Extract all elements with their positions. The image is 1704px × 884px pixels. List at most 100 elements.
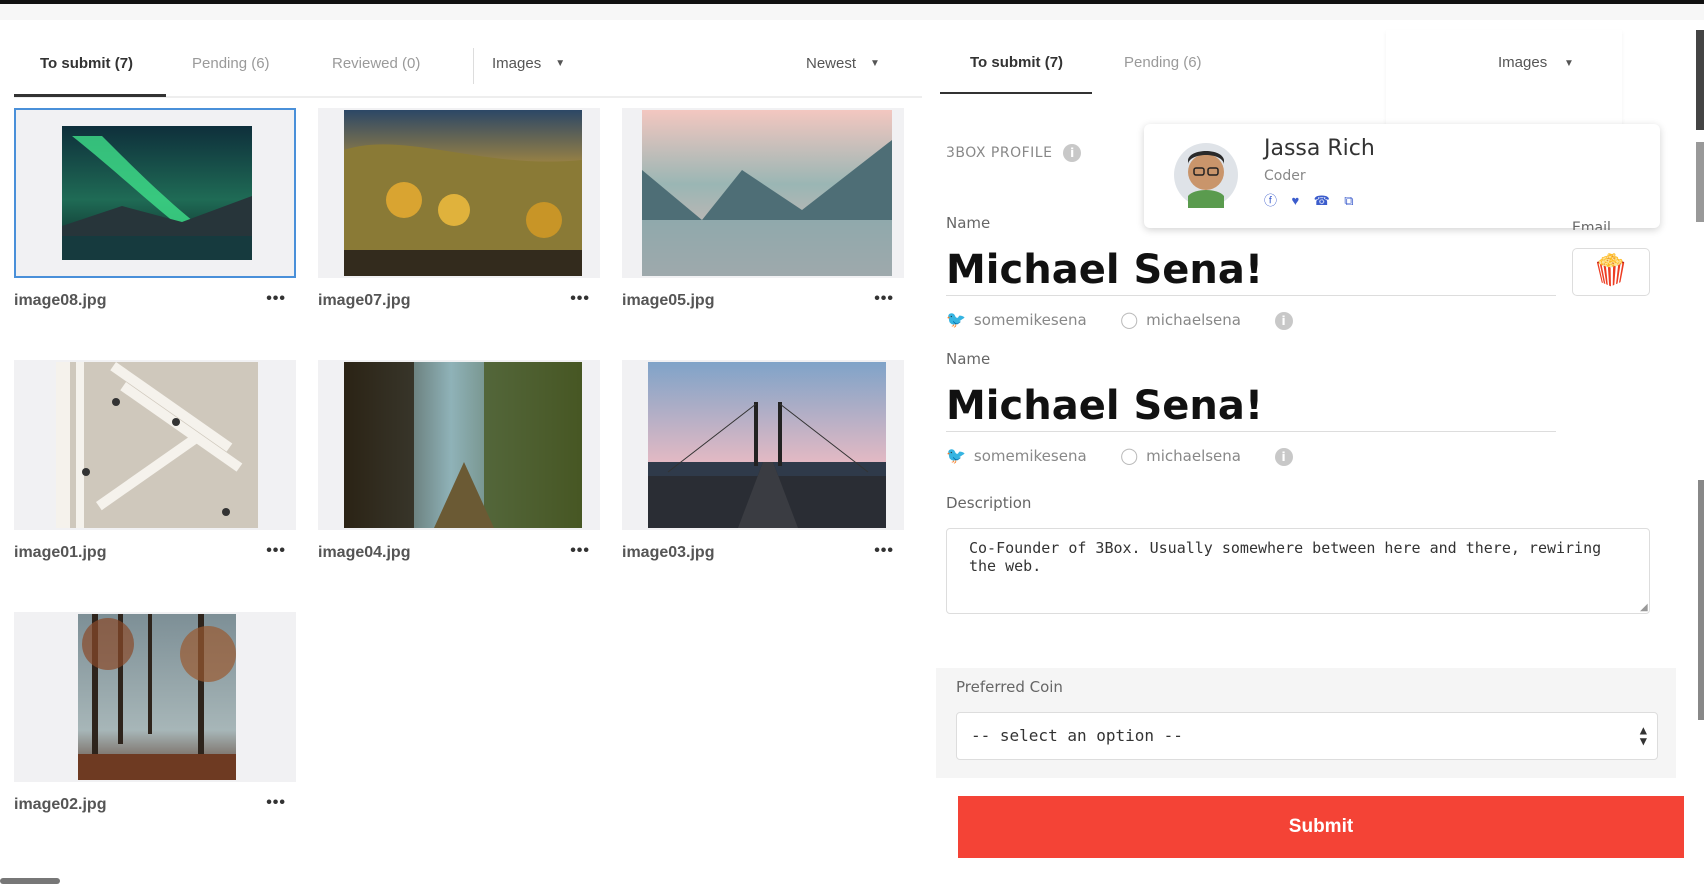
social-links: ⓕ ♥ ☎ ⧉ <box>1264 190 1364 210</box>
name-field[interactable]: Michael Sena! <box>946 244 1556 296</box>
link-icon[interactable]: ⧉ <box>1344 193 1353 209</box>
image-card[interactable]: image02.jpg ••• <box>14 612 296 822</box>
select-arrows-icon: ▲ ▼ <box>1639 723 1647 748</box>
emoji-picker-button[interactable]: 🍿 <box>1572 248 1650 296</box>
tab-divider <box>473 48 474 84</box>
github-icon: ◯ <box>1120 310 1139 329</box>
twitter-handle: somemikesena <box>973 311 1087 329</box>
tab-reviewed[interactable]: Reviewed (0) <box>332 36 420 98</box>
twitter-handle: somemikesena <box>973 447 1087 465</box>
name-field[interactable]: Michael Sena! <box>946 380 1556 432</box>
top-band <box>0 4 1704 20</box>
image-filename: image04.jpg <box>318 544 411 561</box>
description-textarea[interactable]: Co-Founder of 3Box. Usually somewhere be… <box>946 528 1650 614</box>
twitter-icon: 🐦 <box>946 310 966 329</box>
tab-to-submit[interactable]: To submit (7) <box>970 30 1063 96</box>
info-icon[interactable]: i <box>1274 447 1293 466</box>
profile-panel: To submit (7) Pending (6) Images ▼ 3BOX … <box>936 20 1704 868</box>
avatar <box>1174 143 1238 208</box>
bridge-image <box>648 362 886 528</box>
tab-to-submit[interactable]: To submit (7) <box>40 36 133 98</box>
github-icon: ◯ <box>1120 446 1139 465</box>
images-filter-dropdown[interactable]: Images ▼ <box>492 36 565 98</box>
horizontal-scrollbar[interactable] <box>0 878 60 884</box>
3box-profile-label: 3BOX PROFILE <box>946 145 1053 161</box>
resize-handle-icon[interactable]: ◢ <box>1640 602 1648 613</box>
image-filename: image05.jpg <box>622 292 715 309</box>
profile-role: Coder <box>1264 168 1306 184</box>
facebook-icon[interactable]: ⓕ <box>1264 190 1277 209</box>
image-filename: image08.jpg <box>14 292 107 309</box>
more-options-icon[interactable]: ••• <box>874 290 894 308</box>
github-handle: michaelsena <box>1146 447 1241 465</box>
window-edge <box>1696 30 1704 130</box>
image-filename: image07.jpg <box>318 292 411 309</box>
chevron-down-icon: ▼ <box>1564 58 1574 69</box>
images-filter-label: Images <box>492 55 542 72</box>
active-tab-underline <box>940 92 1092 94</box>
gallery-tabs: To submit (7) Pending (6) Reviewed (0) I… <box>14 36 922 98</box>
image-filename: image01.jpg <box>14 544 107 561</box>
more-options-icon[interactable]: ••• <box>266 290 286 308</box>
window-edge <box>1698 480 1704 720</box>
tab-pending[interactable]: Pending (6) <box>1124 30 1202 96</box>
image-card[interactable]: image03.jpg ••• <box>622 360 904 570</box>
image-filename: image02.jpg <box>14 796 107 813</box>
more-options-icon[interactable]: ••• <box>266 542 286 560</box>
autumn-hills-image <box>344 110 582 276</box>
phone-icon[interactable]: ☎ <box>1314 193 1330 209</box>
aurora-image <box>62 126 252 260</box>
github-handle: michaelsena <box>1146 311 1241 329</box>
more-options-icon[interactable]: ••• <box>266 794 286 812</box>
misty-forest-image <box>78 614 236 780</box>
more-options-icon[interactable]: ••• <box>874 542 894 560</box>
name-meta: 🐦 somemikesena ◯ michaelsena i <box>946 446 1293 466</box>
image-gallery: To submit (7) Pending (6) Reviewed (0) I… <box>0 20 936 884</box>
chevron-down-icon: ▼ <box>555 58 566 70</box>
more-options-icon[interactable]: ••• <box>570 290 590 308</box>
selected-option: -- select an option -- <box>971 726 1183 745</box>
images-filter-label: Images <box>1498 54 1548 71</box>
profile-name: Jassa Rich <box>1264 136 1375 161</box>
twitter-icon[interactable]: ♥ <box>1291 193 1299 208</box>
image-thumbnail[interactable] <box>622 360 904 530</box>
tab-pending[interactable]: Pending (6) <box>192 36 270 98</box>
description-label: Description <box>946 494 1032 512</box>
image-thumbnail[interactable] <box>318 360 600 530</box>
image-thumbnail[interactable] <box>14 108 296 278</box>
profile-card: Jassa Rich Coder ⓕ ♥ ☎ ⧉ <box>1144 124 1660 228</box>
preferred-coin-label: Preferred Coin <box>956 678 1063 696</box>
image-card[interactable]: image05.jpg ••• <box>622 108 904 318</box>
image-thumbnail[interactable] <box>318 108 600 278</box>
name-label: Name <box>946 350 991 368</box>
active-tab-underline <box>14 94 166 97</box>
image-filename: image03.jpg <box>622 544 715 561</box>
sort-label: Newest <box>806 55 857 72</box>
panel-tabs: To submit (7) Pending (6) Images ▼ <box>940 30 1700 134</box>
window-edge <box>1696 142 1704 222</box>
image-card[interactable]: image04.jpg ••• <box>318 360 600 570</box>
section-label-3box-profile: 3BOX PROFILE i <box>946 144 1082 162</box>
info-icon[interactable]: i <box>1063 144 1082 162</box>
twitter-icon: 🐦 <box>946 446 966 465</box>
email-label: Email <box>1572 220 1611 230</box>
image-thumbnail[interactable] <box>14 612 296 782</box>
forest-road-image <box>344 362 582 528</box>
submit-button[interactable]: Submit <box>958 796 1684 858</box>
image-thumbnail[interactable] <box>14 360 296 530</box>
sort-dropdown[interactable]: Newest ▼ <box>806 36 880 98</box>
preferred-coin-select[interactable]: -- select an option -- ▲ ▼ <box>956 712 1658 760</box>
images-filter-dropdown[interactable]: Images ▼ <box>1386 30 1622 134</box>
name-meta: 🐦 somemikesena ◯ michaelsena i <box>946 310 1293 330</box>
image-card[interactable]: image01.jpg ••• <box>14 360 296 570</box>
preferred-coin-section: Preferred Coin -- select an option -- ▲ ▼ <box>936 668 1676 778</box>
crosswalk-image <box>56 362 258 528</box>
image-card[interactable]: image07.jpg ••• <box>318 108 600 318</box>
chevron-down-icon: ▼ <box>870 58 880 70</box>
info-icon[interactable]: i <box>1274 311 1293 330</box>
name-label: Name <box>946 214 991 232</box>
more-options-icon[interactable]: ••• <box>570 542 590 560</box>
image-card[interactable]: image08.jpg ••• <box>14 108 296 318</box>
mountain-lake-image <box>642 110 892 276</box>
image-thumbnail[interactable] <box>622 108 904 278</box>
